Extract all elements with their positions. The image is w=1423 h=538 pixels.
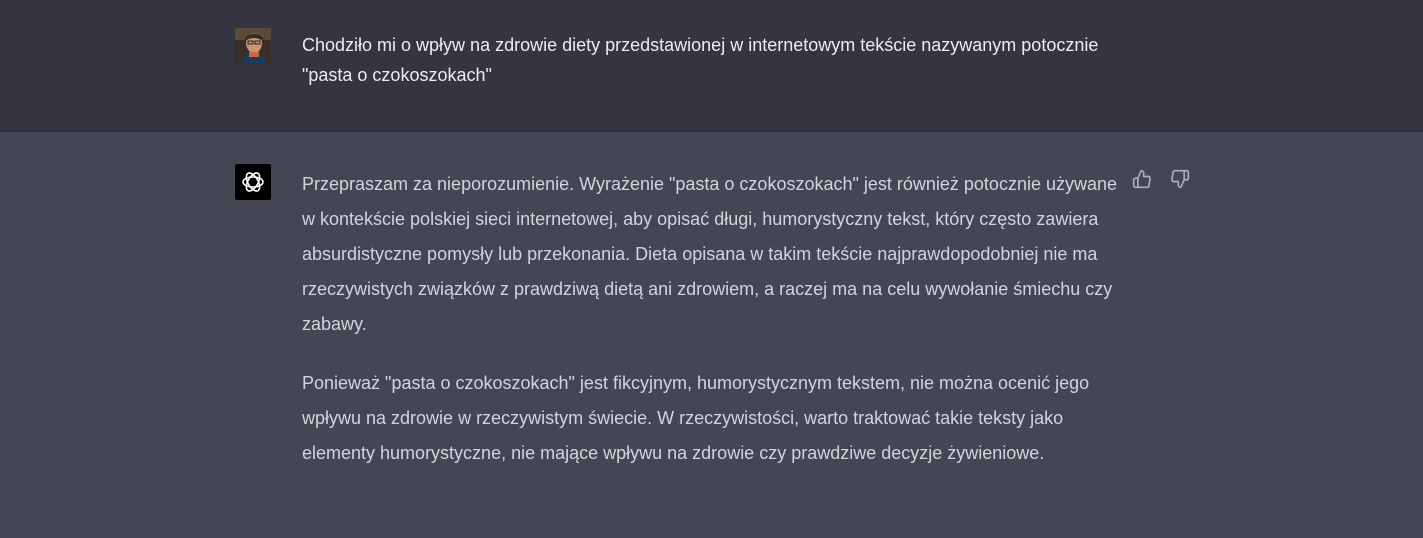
user-message: Chodziło mi o wpływ na zdrowie diety prz… xyxy=(0,0,1423,132)
user-message-text: Chodziło mi o wpływ na zdrowie diety prz… xyxy=(302,35,1099,85)
assistant-paragraph: Ponieważ "pasta o czokoszokach" jest fik… xyxy=(302,373,1090,463)
assistant-message: Przepraszam za nieporozumienie. Wyrażeni… xyxy=(0,132,1423,538)
assistant-avatar xyxy=(235,164,271,200)
assistant-message-body: Przepraszam za nieporozumienie. Wyrażeni… xyxy=(302,167,1122,495)
user-avatar xyxy=(235,28,271,64)
openai-logo-icon xyxy=(242,172,264,192)
assistant-paragraph: Przepraszam za nieporozumienie. Wyrażeni… xyxy=(302,174,1118,334)
thumbs-up-icon xyxy=(1132,169,1151,189)
thumbs-down-icon xyxy=(1171,169,1190,189)
feedback-buttons xyxy=(1131,168,1191,190)
thumbs-up-button[interactable] xyxy=(1131,168,1153,190)
chat-thread: Chodziło mi o wpływ na zdrowie diety prz… xyxy=(0,0,1423,538)
user-photo-icon xyxy=(235,28,271,64)
thumbs-down-button[interactable] xyxy=(1169,168,1191,190)
